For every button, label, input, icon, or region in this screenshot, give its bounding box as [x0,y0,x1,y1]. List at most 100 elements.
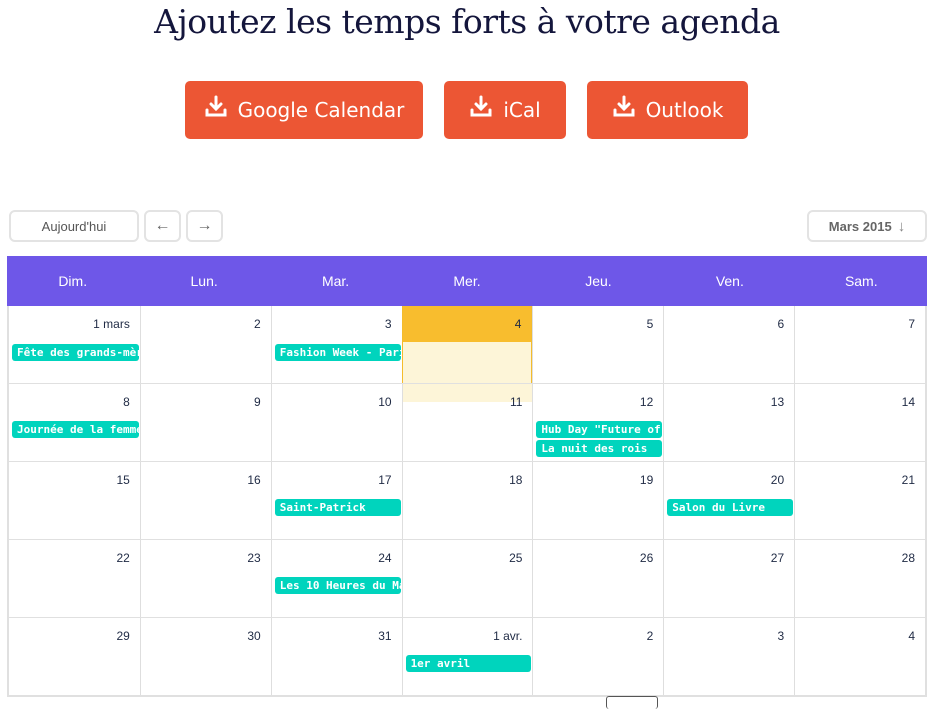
day-number: 6 [777,317,785,331]
day-number: 29 [116,629,130,643]
weekday-label: Jeu. [585,273,612,289]
day-number: 4 [908,629,915,643]
day-number: 20 [770,473,785,487]
google-calendar-button[interactable]: Google Calendar [185,81,423,139]
arrow-down-icon: ↓ [897,217,906,235]
calendar-day[interactable]: 1 avr. 1er avril [401,618,533,695]
calendar-day[interactable]: 24 Les 10 Heures du Mar [270,540,402,617]
page-title: Ajoutez les temps forts à votre agenda [154,2,780,41]
day-number: 3 [777,629,785,643]
calendar-day[interactable]: 7 [794,306,925,383]
calendar-day[interactable]: 3 Fashion Week - Paris [270,306,402,383]
calendar-day[interactable]: 25 [401,540,533,617]
prev-month-button[interactable]: ← [144,210,181,242]
day-number: 10 [378,395,392,409]
calendar-day[interactable]: 11 [401,384,533,461]
calendar-day[interactable]: 1 mars Fête des grands-mères [9,306,140,383]
download-icon [205,95,227,117]
weekday-label: Lun. [190,273,218,289]
calendar: Dim. Lun. Mar. Mer. Jeu. Ven. Sam. 1 mars Fête … [7,256,927,697]
calendar-day[interactable]: 2 [139,306,271,383]
day-number: 3 [384,317,392,331]
calendar-day[interactable]: 29 [9,618,140,695]
ical-button[interactable]: iCal [444,81,566,139]
calendar-day[interactable]: 28 [794,540,925,617]
day-number: 18 [509,473,523,487]
day-number: 25 [509,551,523,565]
calendar-event[interactable]: Fashion Week - Paris [274,344,401,361]
calendar-day[interactable]: 4 [794,618,925,695]
calendar-day[interactable]: 21 [794,462,925,539]
day-number: 4 [514,317,522,331]
day-number: 23 [247,551,261,565]
calendar-event[interactable]: 1er avril [405,655,532,672]
calendar-week: 29 30 31 1 avr. 1er avril 2 3 4 [9,617,925,695]
calendar-event[interactable]: Les 10 Heures du Mar [274,577,401,594]
calendar-day[interactable]: 23 [139,540,271,617]
calendar-day[interactable]: 17 Saint-Patrick [270,462,402,539]
calendar-day[interactable]: 2 [532,618,663,695]
calendar-week: 15 16 17 Saint-Patrick 18 19 20 Salon du Livre 2… [9,461,925,539]
weekday-label: Ven. [715,273,744,289]
calendar-day[interactable]: 30 [139,618,271,695]
calendar-day[interactable]: 31 [270,618,402,695]
calendar-event[interactable]: La nuit des rois [536,440,663,457]
calendar-event[interactable]: Fête des grands-mères [12,344,139,361]
calendar-event[interactable]: Hub Day "Future of M [536,421,663,438]
calendar-day-today[interactable]: 4 [401,306,533,383]
calendar-day[interactable]: 10 [270,384,402,461]
today-highlight [402,306,532,342]
day-number: 5 [646,317,654,331]
outlook-button[interactable]: Outlook [587,81,748,139]
day-number: 2 [646,629,654,643]
day-number: 17 [378,473,392,487]
calendar-event[interactable]: Salon du Livre [667,499,794,516]
day-number: 2 [254,317,261,331]
weekday-label: Sam. [844,273,878,289]
ical-label: iCal [503,98,541,122]
calendar-day[interactable]: 14 [794,384,925,461]
calendar-day[interactable]: 27 [663,540,794,617]
calendar-day[interactable]: 5 [532,306,663,383]
outlook-label: Outlook [645,98,724,122]
day-number: 30 [247,629,261,643]
scroll-to-top-button[interactable] [606,696,658,709]
day-number: 14 [901,395,915,409]
day-number: 28 [901,551,915,565]
calendar-day[interactable]: 26 [532,540,663,617]
calendar-week: 8 Journée de la femme 9 10 11 12 Hub Day "Futu… [9,383,925,461]
calendar-week: 1 mars Fête des grands-mères 2 3 Fashion Wee… [9,306,925,383]
calendar-event[interactable]: Journée de la femme [12,421,139,438]
calendar-day[interactable]: 6 [663,306,794,383]
calendar-day[interactable]: 13 [663,384,794,461]
day-number: 11 [509,395,523,409]
month-selector[interactable]: Mars 2015 ↓ [807,210,927,242]
calendar-day[interactable]: 3 [663,618,794,695]
calendar-day[interactable]: 8 Journée de la femme [9,384,140,461]
calendar-day[interactable]: 19 [532,462,663,539]
day-number: 15 [116,473,130,487]
calendar-day[interactable]: 16 [139,462,271,539]
weekday-header: Dim. Lun. Mar. Mer. Jeu. Ven. Sam. [7,256,927,306]
day-number: 31 [378,629,392,643]
calendar-day[interactable]: 18 [401,462,533,539]
calendar-day[interactable]: 20 Salon du Livre [663,462,794,539]
calendar-day[interactable]: 12 Hub Day "Future of M La nuit des rois [532,384,663,461]
day-number: 1 avr. [493,629,523,643]
calendar-grid: 1 marsFête des grands-mères23Fashion Wee… [7,306,927,697]
day-number: 16 [247,473,261,487]
next-month-button[interactable]: → [186,210,223,242]
google-calendar-label: Google Calendar [237,98,405,122]
month-label: Mars 2015 [828,218,892,234]
today-button[interactable]: Aujourd'hui [9,210,139,242]
calendar-day[interactable]: 22 [9,540,140,617]
day-number: 24 [378,551,392,565]
calendar-day[interactable]: 9 [139,384,271,461]
day-number: 12 [639,395,654,409]
calendar-event[interactable]: Saint-Patrick [274,499,401,516]
weekday-label: Mar. [321,273,350,289]
day-number: 22 [116,551,130,565]
download-icon [470,95,492,117]
day-number: 19 [639,473,654,487]
calendar-day[interactable]: 15 [9,462,140,539]
